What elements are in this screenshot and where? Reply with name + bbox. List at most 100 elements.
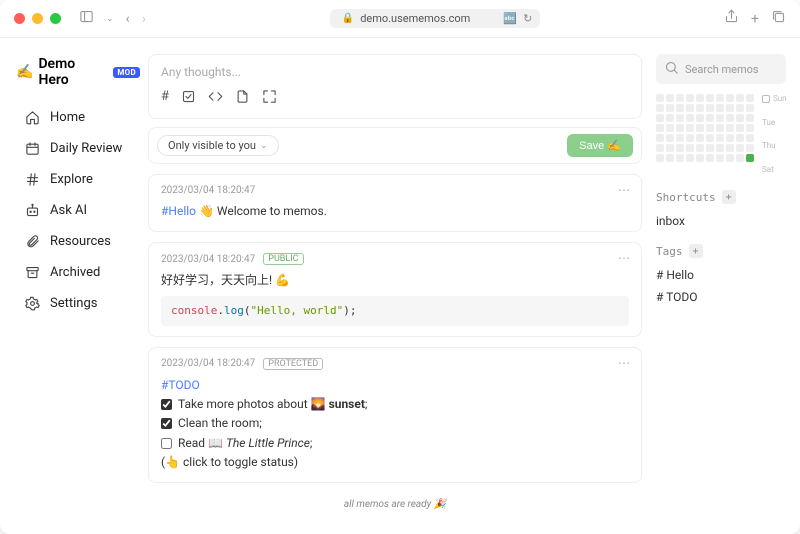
heatmap-cell[interactable] bbox=[666, 144, 674, 152]
heatmap-cell[interactable] bbox=[736, 114, 744, 122]
heatmap-cell[interactable] bbox=[666, 134, 674, 142]
new-tab-icon[interactable]: + bbox=[751, 11, 759, 27]
heatmap-cell[interactable] bbox=[726, 134, 734, 142]
heatmap-cell[interactable] bbox=[686, 144, 694, 152]
hash-icon[interactable]: # bbox=[161, 89, 169, 108]
heatmap-cell[interactable] bbox=[726, 154, 734, 162]
hashtag[interactable]: #TODO bbox=[161, 376, 629, 395]
visibility-selector[interactable]: Only visible to you ⌄ bbox=[157, 135, 279, 156]
back-button[interactable]: ‹ bbox=[126, 11, 130, 27]
heatmap-cell[interactable] bbox=[656, 144, 664, 152]
maximize-window-button[interactable] bbox=[50, 13, 61, 24]
task-checkbox[interactable] bbox=[161, 418, 172, 429]
tag-item[interactable]: # Hello bbox=[656, 264, 786, 286]
heatmap-cell[interactable] bbox=[736, 124, 744, 132]
heatmap-cell[interactable] bbox=[676, 94, 684, 102]
heatmap-cell[interactable] bbox=[706, 144, 714, 152]
nav-archived[interactable]: Archived bbox=[16, 259, 140, 286]
checkbox-icon[interactable] bbox=[181, 89, 196, 108]
code-icon[interactable] bbox=[208, 89, 223, 108]
nav-ask-ai[interactable]: Ask AI bbox=[16, 197, 140, 224]
add-tag-button[interactable]: + bbox=[689, 244, 703, 258]
task-checkbox[interactable] bbox=[161, 438, 172, 449]
nav-settings[interactable]: Settings bbox=[16, 290, 140, 317]
heatmap-cell[interactable] bbox=[686, 114, 694, 122]
close-window-button[interactable] bbox=[14, 13, 25, 24]
heatmap-cell[interactable] bbox=[676, 144, 684, 152]
heatmap-cell[interactable] bbox=[746, 134, 754, 142]
nav-home[interactable]: Home bbox=[16, 104, 140, 131]
tag-item[interactable]: # TODO bbox=[656, 286, 786, 308]
task-checkbox[interactable] bbox=[161, 399, 172, 410]
composer-input[interactable]: Any thoughts... bbox=[161, 65, 629, 79]
heatmap-cell[interactable] bbox=[706, 94, 714, 102]
heatmap-cell[interactable] bbox=[746, 104, 754, 112]
memo-menu-icon[interactable]: ⋯ bbox=[618, 356, 631, 370]
heatmap-cell[interactable] bbox=[666, 154, 674, 162]
task-item[interactable]: Take more photos about 🌄 sunset; bbox=[161, 395, 629, 414]
memo-menu-icon[interactable]: ⋯ bbox=[618, 251, 631, 265]
heatmap-cell[interactable] bbox=[686, 154, 694, 162]
share-icon[interactable] bbox=[724, 9, 739, 28]
heatmap-cell[interactable] bbox=[656, 154, 664, 162]
chevron-down-icon[interactable]: ⌄ bbox=[106, 14, 114, 24]
heatmap-cell[interactable] bbox=[736, 94, 744, 102]
address-bar[interactable]: 🔒 demo.usememos.com 🔤 ↻ bbox=[330, 9, 541, 28]
heatmap-cell[interactable] bbox=[716, 154, 724, 162]
heatmap-cell[interactable] bbox=[676, 114, 684, 122]
heatmap-cell[interactable] bbox=[656, 134, 664, 142]
heatmap-cell[interactable] bbox=[716, 144, 724, 152]
heatmap-cell[interactable] bbox=[726, 94, 734, 102]
heatmap-cell[interactable] bbox=[656, 94, 664, 102]
task-item[interactable]: Read 📖 The Little Prince; bbox=[161, 434, 629, 453]
heatmap-cell[interactable] bbox=[656, 124, 664, 132]
heatmap-cell[interactable] bbox=[726, 124, 734, 132]
brand[interactable]: ✍️ Demo Hero MOD bbox=[16, 56, 140, 88]
heatmap-cell[interactable] bbox=[686, 124, 694, 132]
heatmap-cell[interactable] bbox=[686, 94, 694, 102]
heatmap-cell[interactable] bbox=[706, 104, 714, 112]
heatmap-cell[interactable] bbox=[706, 134, 714, 142]
heatmap-cell[interactable] bbox=[746, 154, 754, 162]
heatmap-cell[interactable] bbox=[696, 134, 704, 142]
heatmap-cell[interactable] bbox=[736, 104, 744, 112]
translate-icon[interactable]: 🔤 bbox=[503, 12, 517, 25]
heatmap-cell[interactable] bbox=[696, 144, 704, 152]
hashtag[interactable]: #Hello bbox=[161, 204, 196, 218]
heatmap-cell[interactable] bbox=[696, 154, 704, 162]
heatmap-cell[interactable] bbox=[746, 124, 754, 132]
heatmap-cell[interactable] bbox=[696, 94, 704, 102]
tabs-icon[interactable] bbox=[771, 9, 786, 28]
heatmap-cell[interactable] bbox=[716, 134, 724, 142]
heatmap-cell[interactable] bbox=[676, 124, 684, 132]
heatmap-cell[interactable] bbox=[696, 114, 704, 122]
minimize-window-button[interactable] bbox=[32, 13, 43, 24]
heatmap-cell[interactable] bbox=[666, 104, 674, 112]
heatmap-cell[interactable] bbox=[656, 104, 664, 112]
heatmap-cell[interactable] bbox=[666, 124, 674, 132]
heatmap-cell[interactable] bbox=[726, 114, 734, 122]
heatmap-cell[interactable] bbox=[686, 104, 694, 112]
heatmap-cell[interactable] bbox=[726, 104, 734, 112]
nav-resources[interactable]: Resources bbox=[16, 228, 140, 255]
heatmap-cell[interactable] bbox=[676, 104, 684, 112]
expand-icon[interactable] bbox=[262, 89, 277, 108]
nav-daily-review[interactable]: Daily Review bbox=[16, 135, 140, 162]
nav-explore[interactable]: Explore bbox=[16, 166, 140, 193]
heatmap-cell[interactable] bbox=[716, 114, 724, 122]
save-button[interactable]: Save ✍️ bbox=[567, 134, 633, 157]
forward-button[interactable]: › bbox=[142, 11, 146, 27]
memo-menu-icon[interactable]: ⋯ bbox=[618, 183, 631, 197]
heatmap-cell[interactable] bbox=[666, 114, 674, 122]
search-input[interactable]: Search memos bbox=[656, 54, 786, 84]
shortcut-item[interactable]: inbox bbox=[656, 210, 786, 232]
heatmap-cell[interactable] bbox=[686, 134, 694, 142]
heatmap-cell[interactable] bbox=[676, 134, 684, 142]
sidebar-toggle-icon[interactable] bbox=[79, 9, 94, 28]
heatmap-cell[interactable] bbox=[666, 94, 674, 102]
file-icon[interactable] bbox=[235, 89, 250, 108]
heatmap-cell[interactable] bbox=[746, 114, 754, 122]
heatmap-cell[interactable] bbox=[716, 94, 724, 102]
heatmap-cell[interactable] bbox=[706, 124, 714, 132]
heatmap-cell[interactable] bbox=[716, 104, 724, 112]
